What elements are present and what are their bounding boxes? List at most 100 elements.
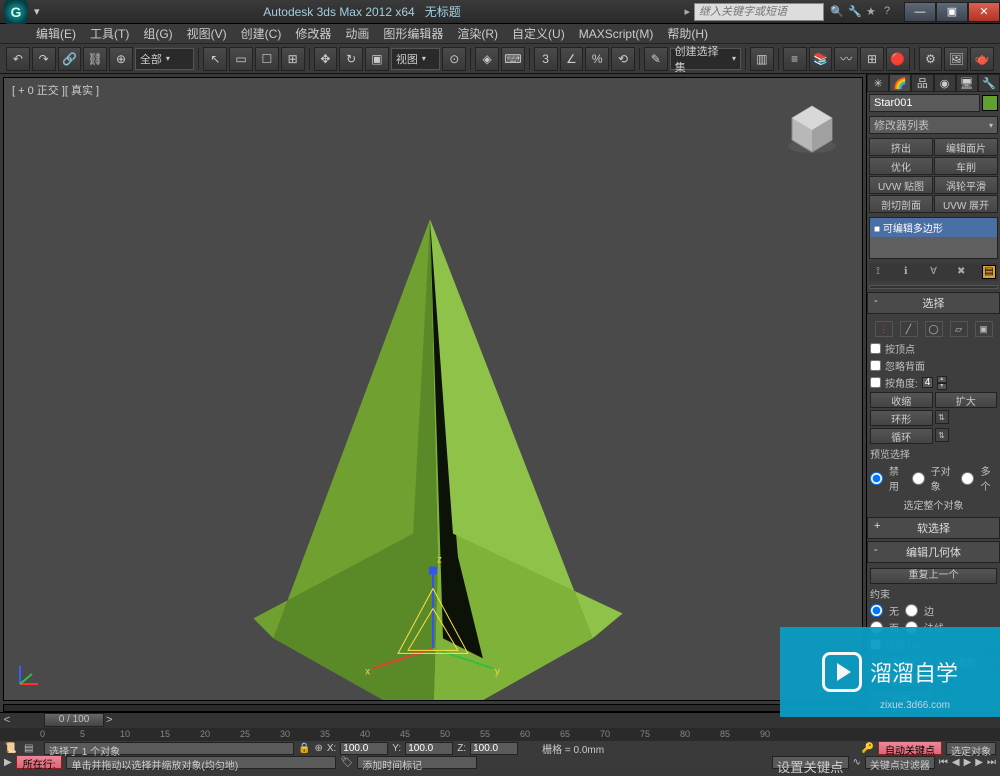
hierarchy-tab[interactable]: 品 [911,74,933,92]
time-tag-field[interactable]: 添加时间标记 [357,756,477,769]
mod-turbosmooth[interactable]: 涡轮平滑 [934,176,998,194]
menu-graph[interactable]: 图形编辑器 [377,23,449,44]
constrain-none-radio[interactable] [870,604,883,617]
align-button[interactable]: ≡ [783,47,807,71]
make-unique-icon[interactable]: ∀ [927,265,941,279]
modify-tab[interactable]: 🌈 [889,74,911,92]
bind-button[interactable]: ⊕ [109,47,133,71]
wrench-icon[interactable]: 🔧 [848,5,862,19]
menu-edit[interactable]: 编辑(E) [30,23,82,44]
rotate-button[interactable]: ↻ [339,47,363,71]
keyboard-button[interactable]: ⌨ [501,47,525,71]
create-tab[interactable]: ✳ [867,74,889,92]
listener-icon[interactable]: ▤ [24,743,40,754]
slider-thumb[interactable]: 0 / 100 [44,713,104,727]
angle-snap-button[interactable]: ∠ [560,47,584,71]
mirror-button[interactable]: ▥ [750,47,774,71]
motion-tab[interactable]: ◉ [934,74,956,92]
key-icon[interactable]: 🔑 [862,743,874,754]
mod-lathe[interactable]: 车削 [934,157,998,175]
move-button[interactable]: ✥ [314,47,338,71]
link-button[interactable]: 🔗 [58,47,82,71]
modifier-stack[interactable]: ■ 可编辑多边形 [869,217,998,259]
menu-tools[interactable]: 工具(T) [84,23,135,44]
curve-editor-button[interactable]: 〰 [834,47,858,71]
viewport[interactable]: [ + 0 正交 ][ 真实 ] z x y [3,77,863,701]
mod-uvwmap[interactable]: UVW 贴图 [869,176,933,194]
schematic-button[interactable]: ⊞ [860,47,884,71]
redo-button[interactable]: ↷ [32,47,56,71]
loop-spin[interactable]: ⇅ [935,428,949,442]
object-name-field[interactable]: Star001 [869,94,980,112]
menu-render[interactable]: 渲染(R) [451,23,504,44]
window-crossing-button[interactable]: ⊞ [281,47,305,71]
mod-optimize[interactable]: 优化 [869,157,933,175]
time-ruler[interactable]: 05 1015 2025 3035 4045 5055 6065 7075 80… [0,728,1000,741]
subobj-vertex-icon[interactable]: ⋮ [875,321,893,337]
script-run-icon[interactable]: ▶ [4,757,12,768]
repeat-last-button[interactable]: 重复上一个 [870,568,997,584]
autokey-button[interactable]: 自动关键点 [878,741,942,755]
play-end-icon[interactable]: ⏭ [987,757,996,768]
star-icon[interactable]: ★ [866,5,880,19]
select-manip-button[interactable]: ◈ [475,47,499,71]
play-next-icon[interactable]: ▶ [975,757,983,768]
unlink-button[interactable]: ⛓ [83,47,107,71]
location-button[interactable]: 所在行: [16,755,63,769]
panel-divider[interactable] [869,285,998,289]
menu-views[interactable]: 视图(V) [181,23,233,44]
subobj-element-icon[interactable]: ▣ [975,321,993,337]
named-selset-dropdown[interactable]: 创建选择集 [670,48,741,70]
play-icon[interactable]: ▶ [964,757,972,768]
display-tab[interactable]: 🖥 [956,74,978,92]
preview-off-radio[interactable] [870,472,883,485]
viewcube-icon[interactable] [782,98,842,158]
render-setup-button[interactable]: ⚙ [919,47,943,71]
select-name-button[interactable]: ▭ [229,47,253,71]
subobj-edge-icon[interactable]: ╱ [900,321,918,337]
menu-animation[interactable]: 动画 [339,23,375,44]
layers-button[interactable]: 📚 [809,47,833,71]
mod-extrude[interactable]: 挤出 [869,138,933,156]
snap-button[interactable]: 3 [534,47,558,71]
y-coord-input[interactable] [405,742,453,755]
preview-multi-radio[interactable] [961,472,974,485]
spinner-snap-button[interactable]: ⟲ [611,47,635,71]
script-icon[interactable]: 📜 [4,743,20,754]
menu-modifiers[interactable]: 修改器 [289,23,337,44]
subobj-poly-icon[interactable]: ▱ [950,321,968,337]
menu-create[interactable]: 创建(C) [235,23,288,44]
rect-select-button[interactable]: ☐ [255,47,279,71]
rollout-selection-header[interactable]: 选择 [867,292,1000,314]
play-start-icon[interactable]: ⏮ [939,757,948,768]
object-color-swatch[interactable] [982,95,998,111]
constrain-edge-radio[interactable] [905,604,918,617]
close-button[interactable]: ✕ [968,2,1000,22]
keymode-dropdown[interactable]: 选定对象 [946,742,996,755]
slider-next[interactable]: > [106,714,112,726]
angle-up[interactable]: ▴ [937,376,947,383]
rollout-editgeom-header[interactable]: 编辑几何体 [867,541,1000,563]
viewport-label[interactable]: [ + 0 正交 ][ 真实 ] [12,82,99,98]
pin-stack-icon[interactable]: ⟟ [871,265,885,279]
ignore-backfacing-checkbox[interactable] [870,360,881,371]
menu-group[interactable]: 组(G) [137,23,178,44]
lock-icon[interactable]: 🔒 [298,743,310,754]
mod-slice[interactable]: 剖切剖面 [869,195,933,213]
select-button[interactable]: ↖ [203,47,227,71]
viewport-scrollbar[interactable] [3,704,863,712]
search-input[interactable] [694,3,824,21]
menu-customize[interactable]: 自定义(U) [506,23,571,44]
x-coord-input[interactable] [340,742,388,755]
edit-sel-button[interactable]: ✎ [644,47,668,71]
help-icon[interactable]: ? [884,5,898,19]
modifier-list-dropdown[interactable]: 修改器列表 [869,116,998,134]
render-button[interactable]: 🫖 [970,47,994,71]
loop-button[interactable]: 循环 [870,428,933,444]
time-tag-icon[interactable]: 🏷 [340,757,353,768]
angle-spinner[interactable] [922,377,933,388]
play-prev-icon[interactable]: ◀ [952,757,960,768]
show-result-icon[interactable]: ℹ [899,265,913,279]
utilities-tab[interactable]: 🔧 [978,74,1000,92]
slider-prev[interactable]: < [0,714,14,726]
